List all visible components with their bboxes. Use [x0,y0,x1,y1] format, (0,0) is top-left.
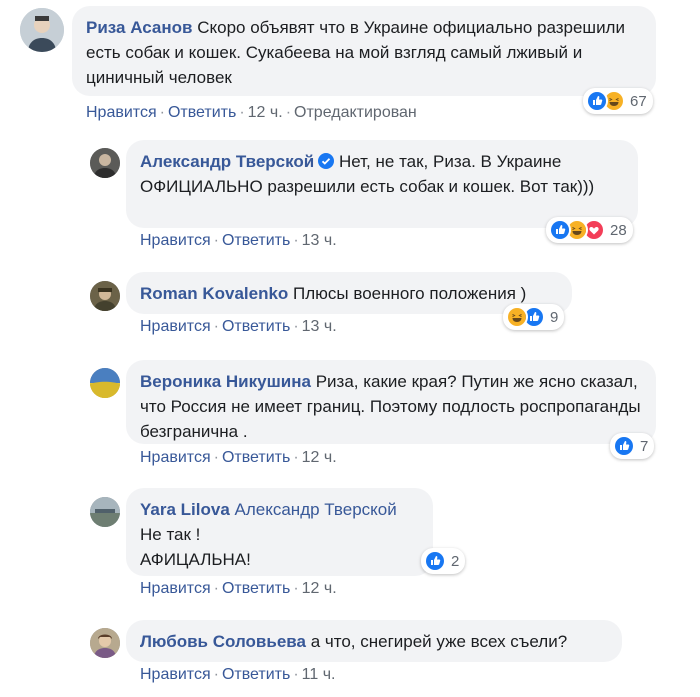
comment-actions: Нравится · Ответить · 11 ч. [140,666,336,683]
reply-button[interactable]: Ответить [222,449,290,466]
reactions-summary[interactable]: 67 [583,88,653,114]
mention-tag[interactable]: Александр Тверской [235,500,397,519]
comment-text: а что, снегирей уже всех съели? [310,632,568,651]
comment-actions: Нравится · Ответить · 13 ч. [140,318,337,335]
reply-button[interactable]: Ответить [222,318,290,335]
like-button[interactable]: Нравится [140,232,211,249]
comment-actions: Нравится · Ответить · 12 ч. · Отредактирован [86,104,417,121]
avatar[interactable] [20,8,64,52]
avatar[interactable] [90,628,120,658]
edited-label[interactable]: Отредактирован [294,104,417,121]
reaction-count: 67 [630,92,647,110]
reaction-count: 28 [610,221,627,239]
reply-button[interactable]: Ответить [222,666,290,683]
like-icon [549,219,571,241]
reaction-count: 9 [550,308,559,326]
like-icon [424,550,446,572]
comment-time[interactable]: 13 ч. [302,318,337,335]
comment-actions: Нравится · Ответить · 12 ч. [140,580,337,597]
avatar[interactable] [90,281,120,311]
comment-text: АФИЦАЛЬНА! [140,550,251,569]
comment-text: Не так ! [140,525,201,544]
comment-actions: Нравится · Ответить · 13 ч. [140,232,337,249]
comment-author[interactable]: Риза Асанов [86,18,192,37]
reactions-summary[interactable]: 9 [503,304,565,330]
reply-button[interactable]: Ответить [222,580,290,597]
comment-time[interactable]: 13 ч. [302,232,337,249]
comment-actions: Нравится · Ответить · 12 ч. [140,449,337,466]
like-icon [613,435,635,457]
like-icon [586,90,608,112]
comment-author[interactable]: Roman Kovalenko [140,284,288,303]
reactions-summary[interactable]: 28 [546,217,633,243]
reactions-summary[interactable]: 7 [610,433,655,459]
like-button[interactable]: Нравится [86,104,157,121]
like-button[interactable]: Нравится [140,580,211,597]
like-button[interactable]: Нравится [140,449,211,466]
comment-bubble: Любовь Соловьева а что, снегирей уже все… [126,620,622,662]
comment-author[interactable]: Любовь Соловьева [140,632,306,651]
comment-author[interactable]: Yara Lilova [140,500,230,519]
verified-badge-icon [318,153,335,169]
reaction-count: 2 [451,552,460,570]
comment-time[interactable]: 12 ч. [248,104,283,121]
comment-text: Плюсы военного положения ) [293,284,527,303]
haha-icon [506,306,528,328]
avatar[interactable] [90,148,120,178]
reply-button[interactable]: Ответить [168,104,236,121]
comment-time[interactable]: 12 ч. [302,449,337,466]
reactions-summary[interactable]: 2 [421,548,466,574]
avatar[interactable] [90,368,120,398]
comment-bubble: Вероника Никушина Риза, какие края? Пути… [126,360,656,444]
comment-bubble: Александр Тверской Нет, не так, Риза. В … [126,140,638,228]
like-button[interactable]: Нравится [140,318,211,335]
reaction-count: 7 [640,437,649,455]
comment-bubble: Риза Асанов Скоро объявят что в Украине … [72,6,656,96]
comment-time[interactable]: 11 ч. [302,666,336,683]
reply-button[interactable]: Ответить [222,232,290,249]
comment-bubble: Yara Lilova Александр Тверской Не так ! … [126,488,433,576]
comment-author[interactable]: Вероника Никушина [140,372,311,391]
comment-author[interactable]: Александр Тверской [140,152,314,171]
like-button[interactable]: Нравится [140,666,211,683]
comment-time[interactable]: 12 ч. [302,580,337,597]
avatar[interactable] [90,497,120,527]
